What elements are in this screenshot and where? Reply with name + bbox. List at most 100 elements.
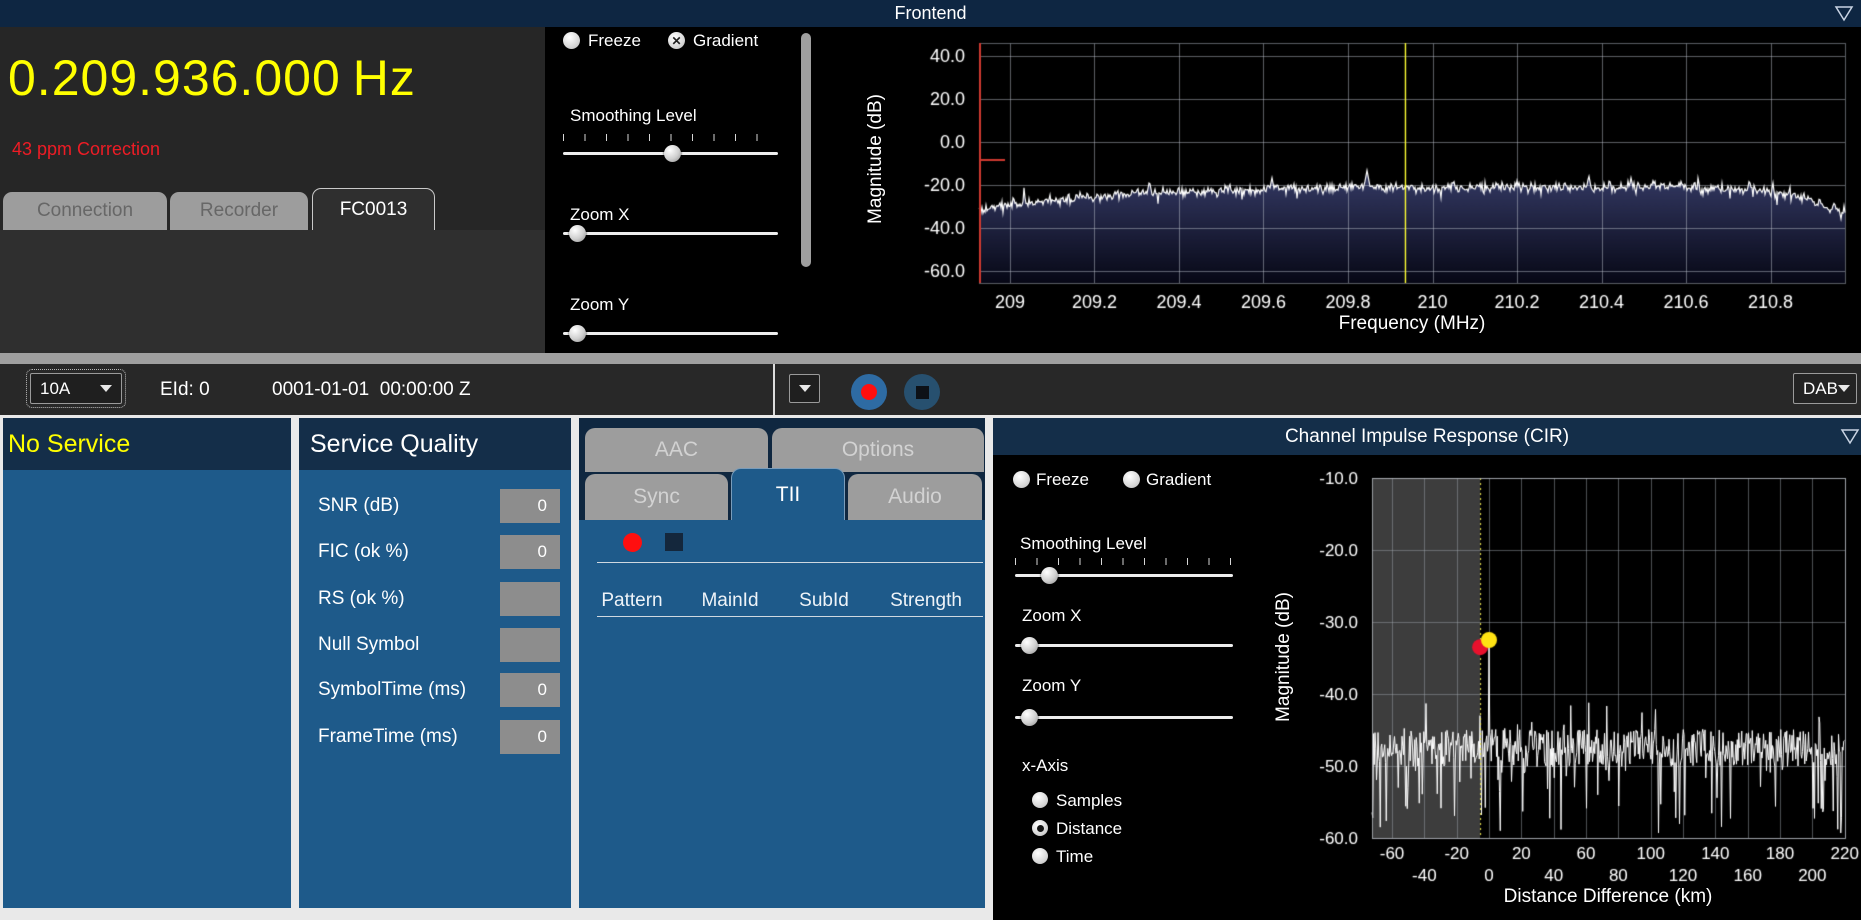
- service-quality-header: Service Quality: [299, 418, 571, 470]
- cir-plot[interactable]: [1240, 455, 1861, 920]
- service-quality-title: Service Quality: [310, 430, 478, 459]
- spectrum-gradient-checkbox[interactable]: [668, 32, 685, 49]
- sq-row-value: 0: [500, 535, 560, 569]
- tab-options[interactable]: Options: [772, 428, 984, 472]
- cir-title: Channel Impulse Response (CIR): [1285, 426, 1569, 447]
- panel-divider[interactable]: [571, 415, 579, 908]
- eid-label: EId: 0: [160, 364, 210, 415]
- panel-divider[interactable]: [985, 415, 993, 908]
- tab-aac[interactable]: AAC: [585, 428, 768, 472]
- left-edge-border: [0, 418, 3, 908]
- frequency-value: 0.209.936.000: [8, 50, 341, 106]
- tii-stop-indicator-icon[interactable]: [665, 533, 683, 551]
- cir-smoothing-slider[interactable]: [1015, 574, 1233, 577]
- radio-distance[interactable]: [1032, 820, 1048, 836]
- sq-row-label: FIC (ok %): [318, 541, 409, 563]
- application-window: Frontend 0.209.936.000Hz 43 ppm Correcti…: [0, 0, 1861, 920]
- column-header-mainid: MainId: [701, 590, 758, 612]
- service-quality-panel: SNR (dB) 0 FIC (ok %) 0 RS (ok %) Null S…: [299, 470, 571, 908]
- tab-tii[interactable]: TII: [731, 468, 845, 520]
- radio-distance-label: Distance: [1056, 819, 1122, 839]
- spectrum-plot[interactable]: [815, 27, 1861, 355]
- tii-separator-line: [597, 562, 983, 563]
- tab-fc0013[interactable]: FC0013: [312, 188, 435, 231]
- chevron-down-icon: [100, 385, 112, 392]
- radio-time-label: Time: [1056, 847, 1093, 867]
- mode-select[interactable]: DAB: [1793, 373, 1857, 404]
- spectrum-zoom-y-slider[interactable]: [563, 332, 778, 335]
- spectrum-controls-panel: Freeze Gradient Smoothing Level Zoom X Z…: [545, 27, 815, 355]
- service-list-header: No Service: [0, 418, 291, 470]
- spectrum-x-axis-title: Frequency (MHz): [1282, 313, 1542, 335]
- radio-samples[interactable]: [1032, 792, 1048, 808]
- spectrum-smoothing-label: Smoothing Level: [570, 106, 697, 126]
- sq-row-label: RS (ok %): [318, 588, 405, 610]
- record-options-dropdown[interactable]: [789, 374, 820, 403]
- tuner-tab-content: AGC On/Off Gain: [0, 230, 545, 355]
- statusbar-divider: [773, 364, 775, 415]
- frontend-title: Frontend: [894, 3, 966, 23]
- cir-smoothing-label: Smoothing Level: [1020, 534, 1147, 554]
- cir-gradient-checkbox[interactable]: [1123, 471, 1140, 488]
- radio-time[interactable]: [1032, 848, 1048, 864]
- column-header-strength: Strength: [890, 590, 962, 612]
- cir-zoom-x-handle[interactable]: [1021, 637, 1038, 654]
- tab-recorder[interactable]: Recorder: [170, 192, 308, 230]
- smoothing-tickmarks: [563, 134, 778, 141]
- tab-connection[interactable]: Connection: [3, 192, 167, 230]
- service-list[interactable]: [0, 470, 291, 908]
- spectrum-zoom-y-label: Zoom Y: [570, 295, 629, 315]
- channel-select-value: 10A: [40, 379, 70, 399]
- spectrum-zoom-y-handle[interactable]: [569, 325, 586, 342]
- chevron-down-icon: [799, 385, 811, 392]
- radio-samples-label: Samples: [1056, 791, 1122, 811]
- record-button[interactable]: [851, 374, 887, 410]
- cir-freeze-label: Freeze: [1036, 470, 1089, 490]
- spectrum-freeze-checkbox[interactable]: [563, 32, 580, 49]
- spectrum-smoothing-slider[interactable]: [563, 152, 778, 155]
- sq-row-label: FrameTime (ms): [318, 726, 458, 748]
- cir-gradient-label: Gradient: [1146, 470, 1211, 490]
- details-tab-content: [579, 520, 985, 908]
- tuner-panel: 0.209.936.000Hz 43 ppm Correction Connec…: [0, 27, 545, 355]
- frontend-header: Frontend: [0, 0, 1861, 27]
- cir-header: Channel Impulse Response (CIR): [993, 418, 1861, 455]
- controls-scrollbar[interactable]: [801, 33, 811, 267]
- cir-zoom-y-handle[interactable]: [1021, 709, 1038, 726]
- stop-icon: [916, 386, 929, 399]
- stop-button[interactable]: [904, 374, 940, 410]
- spectrum-freeze-label: Freeze: [588, 31, 641, 51]
- cir-freeze-checkbox[interactable]: [1013, 471, 1030, 488]
- cir-zoom-x-label: Zoom X: [1022, 606, 1082, 626]
- service-list-title: No Service: [8, 430, 130, 459]
- spectrum-smoothing-handle[interactable]: [664, 145, 681, 162]
- cir-y-axis-title: Magnitude (dB): [1273, 547, 1295, 767]
- tab-sync[interactable]: Sync: [585, 474, 728, 520]
- tii-record-indicator-icon[interactable]: [623, 533, 642, 552]
- cir-smoothing-handle[interactable]: [1041, 567, 1058, 584]
- cir-zoom-y-label: Zoom Y: [1022, 676, 1081, 696]
- tab-audio[interactable]: Audio: [848, 474, 982, 520]
- spectrum-gradient-label: Gradient: [693, 31, 758, 51]
- spectrum-y-axis-title: Magnitude (dB): [865, 49, 887, 269]
- spectrum-zoom-x-label: Zoom X: [570, 205, 630, 225]
- bottom-edge-strip: [0, 908, 993, 920]
- channel-select[interactable]: 10A: [30, 373, 122, 404]
- cir-zoom-y-slider[interactable]: [1015, 716, 1233, 719]
- frequency-unit: Hz: [353, 50, 416, 106]
- column-header-subid: SubId: [799, 590, 849, 612]
- horizontal-splitter[interactable]: [0, 353, 1861, 364]
- sq-row-label: SymbolTime (ms): [318, 679, 466, 701]
- panel-divider[interactable]: [291, 415, 299, 908]
- sq-row-value: [500, 628, 560, 662]
- cir-panel: Channel Impulse Response (CIR) Freeze Gr…: [993, 418, 1861, 920]
- mode-select-value: DAB: [1803, 379, 1838, 399]
- cir-zoom-x-slider[interactable]: [1015, 644, 1233, 647]
- cir-collapse-triangle-icon[interactable]: [1839, 427, 1861, 446]
- spectrum-zoom-x-handle[interactable]: [569, 225, 586, 242]
- frontend-collapse-triangle-icon[interactable]: [1833, 4, 1855, 23]
- frequency-display: 0.209.936.000Hz: [8, 51, 416, 105]
- column-header-pattern: Pattern: [601, 590, 662, 612]
- spectrum-zoom-x-slider[interactable]: [563, 232, 778, 235]
- cir-x-axis-title: Distance Difference (km): [1458, 886, 1758, 908]
